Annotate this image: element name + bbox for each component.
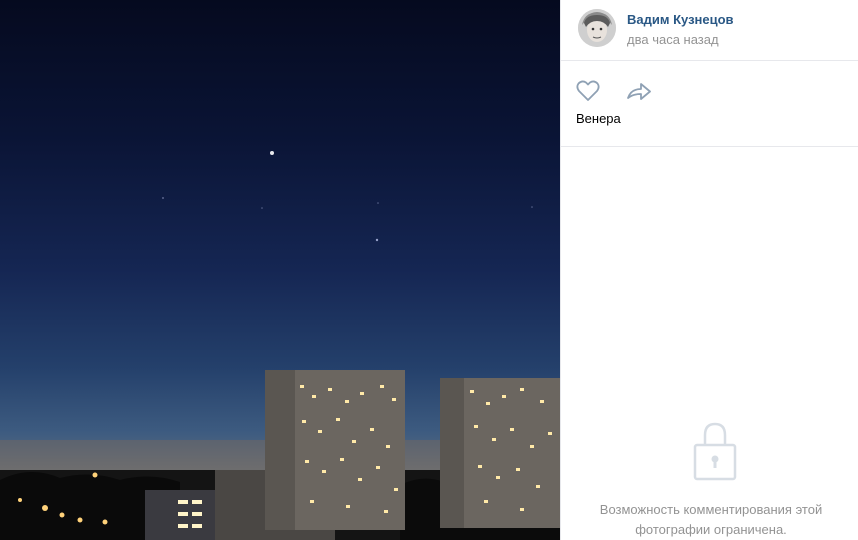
comments-restricted-notice: Возможность комментирования этой фотогра… [581, 500, 841, 540]
heart-icon [576, 80, 600, 101]
avatar-image [578, 9, 616, 47]
share-arrow-icon [627, 83, 651, 100]
author-name-link[interactable]: Вадим Кузнецов [627, 12, 734, 27]
post-timestamp[interactable]: два часа назад [627, 32, 719, 47]
photo-viewer-image[interactable] [0, 0, 560, 540]
restricted-line-1: Возможность комментирования этой [599, 502, 823, 517]
share-button[interactable] [625, 79, 653, 103]
post-header: Вадим Кузнецов два часа назад [561, 0, 858, 61]
venus-star [270, 151, 274, 155]
comments-lock [693, 421, 737, 481]
restricted-line-2: фотографии ограничена. [635, 522, 787, 537]
lock-icon [693, 422, 737, 481]
post-sidebar: Вадим Кузнецов два часа назад Венера Воз… [560, 0, 858, 540]
night-city-photo [0, 151, 560, 540]
avatar[interactable] [578, 9, 616, 47]
photo-caption: Венера [576, 111, 621, 126]
post-actions [561, 61, 858, 147]
like-button[interactable] [575, 79, 601, 103]
